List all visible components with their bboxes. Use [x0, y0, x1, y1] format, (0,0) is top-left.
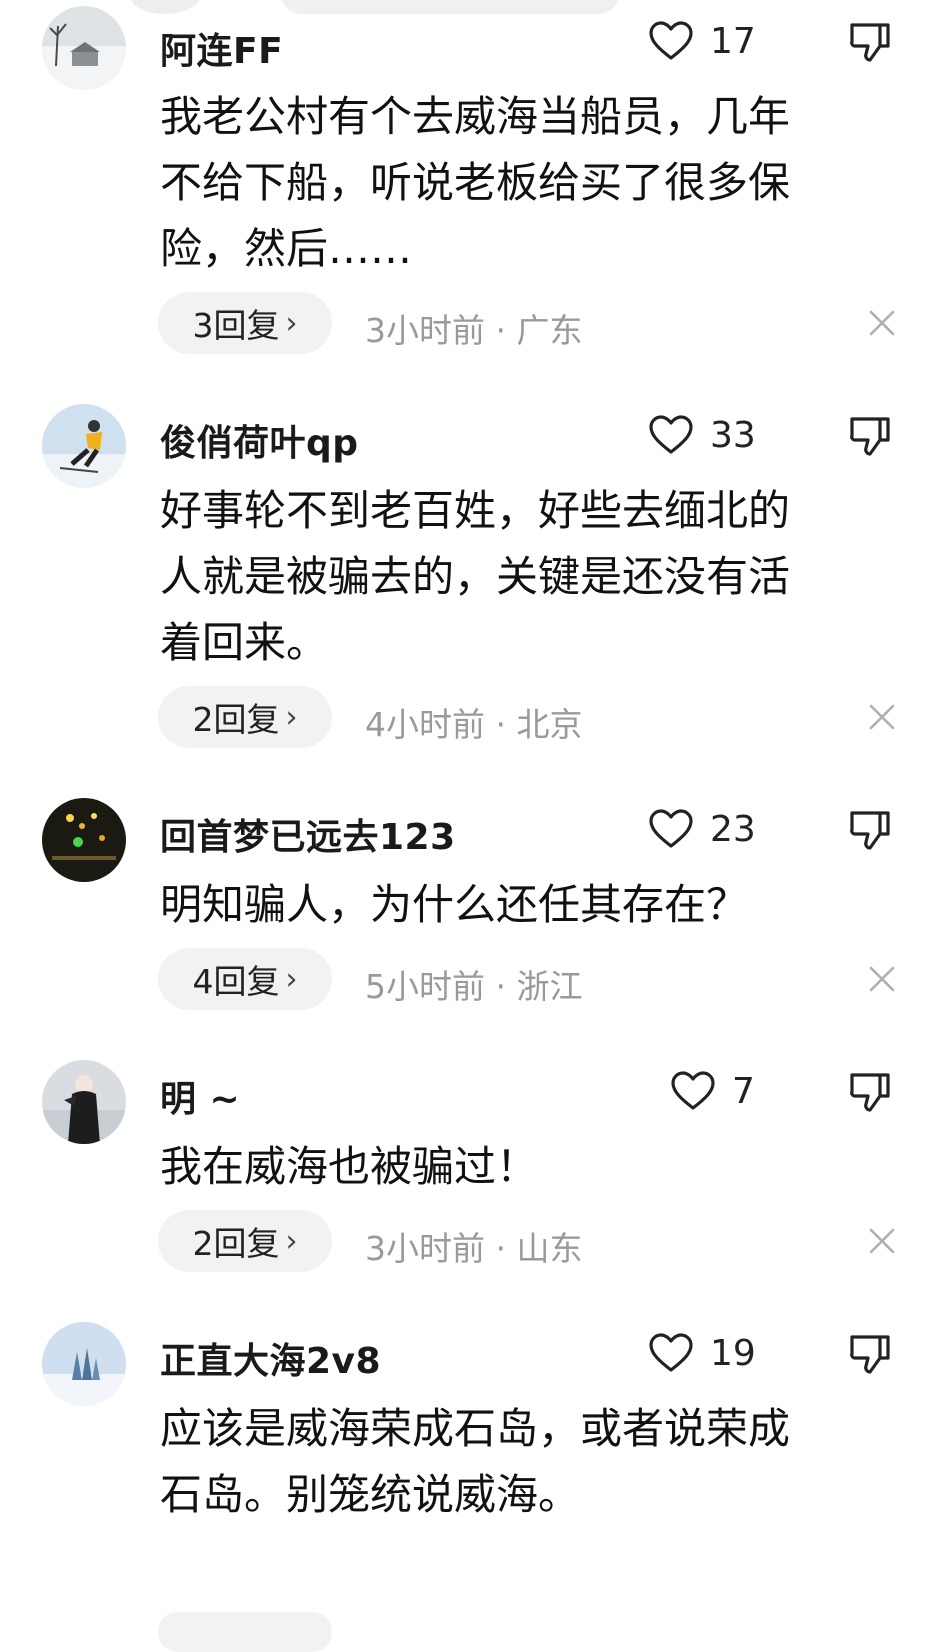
close-x-icon [869, 1228, 895, 1254]
night-lights-avatar [42, 798, 126, 882]
avatar[interactable] [42, 404, 126, 488]
dismiss-button[interactable] [866, 701, 898, 733]
skier-avatar [42, 404, 126, 488]
like-count: 7 [732, 1070, 755, 1112]
avatar[interactable] [42, 1322, 126, 1406]
dismiss-button[interactable] [866, 307, 898, 339]
heart-outline-icon [649, 415, 693, 454]
close-x-icon [869, 704, 895, 730]
dismiss-button[interactable] [866, 1225, 898, 1257]
username[interactable]: 回首梦已远去123 [160, 808, 456, 860]
top-cutoff-area [0, 0, 947, 18]
reply-count-button-cutoff[interactable] [158, 1612, 332, 1652]
dislike-button[interactable] [848, 1332, 892, 1376]
reply-count-button[interactable]: 4回复 › [158, 948, 332, 1010]
heart-outline-icon [649, 21, 693, 60]
like-count: 23 [710, 808, 756, 850]
comment-text: 明知骗人，为什么还任其存在？ [160, 880, 749, 929]
thumbs-down-icon [850, 1073, 890, 1112]
dismiss-button[interactable] [866, 963, 898, 995]
heart-outline-icon [671, 1071, 715, 1110]
heart-outline-icon [649, 1333, 693, 1372]
chevron-right-icon: › [285, 961, 298, 997]
thumbs-down-icon [850, 23, 890, 62]
username[interactable]: 阿连FF [160, 22, 283, 74]
dislike-button[interactable] [848, 1070, 892, 1114]
chevron-right-icon: › [285, 1223, 298, 1259]
like-count: 17 [710, 20, 756, 62]
thumbs-down-icon [850, 811, 890, 850]
thumbs-down-icon [850, 417, 890, 456]
like-button[interactable]: 33 [648, 414, 756, 456]
username[interactable]: 正直大海2v8 [160, 1332, 381, 1384]
comment-text: 好事轮不到老百姓，好些去缅北的 人就是被骗去的，关键是还没有活 着回来。 [160, 486, 791, 667]
avatar[interactable] [42, 6, 126, 90]
reply-count-button[interactable]: 2回复 › [158, 686, 332, 748]
comment-meta: 4小时前 · 北京 [365, 705, 583, 744]
like-button[interactable]: 17 [648, 20, 756, 62]
like-button[interactable]: 23 [648, 808, 756, 850]
dislike-button[interactable] [848, 20, 892, 64]
like-count: 33 [710, 414, 756, 456]
username[interactable]: 明 ~ [160, 1070, 240, 1122]
dislike-button[interactable] [848, 808, 892, 852]
close-x-icon [869, 966, 895, 992]
dislike-button[interactable] [848, 414, 892, 458]
cutoff-bar [280, 0, 620, 14]
comment-text: 应该是威海荣成石岛，或者说荣成 石岛。别笼统说威海。 [160, 1404, 791, 1519]
like-button[interactable]: 19 [648, 1332, 756, 1374]
comment-meta: 3小时前 · 山东 [365, 1229, 583, 1268]
thumbs-down-icon [850, 1335, 890, 1374]
snow-trees-avatar [42, 1322, 126, 1406]
reply-count-button[interactable]: 3回复 › [158, 292, 332, 354]
person-photo-avatar [42, 1060, 126, 1144]
chevron-right-icon: › [285, 305, 298, 341]
like-count: 19 [710, 1332, 756, 1374]
comment-meta: 5小时前 · 浙江 [365, 967, 583, 1006]
close-x-icon [869, 310, 895, 336]
avatar[interactable] [42, 798, 126, 882]
chevron-right-icon: › [285, 699, 298, 735]
snow-village-avatar [42, 6, 126, 90]
comment-meta: 3小时前 · 广东 [365, 311, 583, 350]
avatar[interactable] [42, 1060, 126, 1144]
comment-text: 我老公村有个去威海当船员，几年 不给下船，听说老板给买了很多保 险，然后…… [160, 92, 791, 273]
cutoff-shape [130, 0, 200, 14]
reply-count-button[interactable]: 2回复 › [158, 1210, 332, 1272]
heart-outline-icon [649, 809, 693, 848]
username[interactable]: 俊俏荷叶qp [160, 414, 359, 466]
like-button[interactable]: 7 [670, 1070, 755, 1112]
comment-text: 我在威海也被骗过！ [160, 1142, 539, 1191]
